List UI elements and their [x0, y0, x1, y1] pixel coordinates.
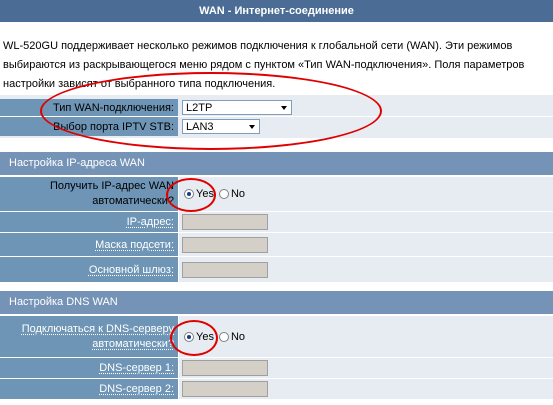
- dns-auto-no-label: No: [230, 330, 246, 343]
- page-description: WL-520GU поддерживает несколько режимов …: [3, 40, 525, 90]
- dns2-label: DNS-сервер 2:: [0, 379, 178, 399]
- gateway-field[interactable]: [182, 261, 268, 278]
- ip-auto-yes-label: Yes: [196, 188, 214, 200]
- dns-auto-row: Подключаться к DNS-серверу автоматически…: [0, 316, 553, 357]
- iptv-port-select[interactable]: LAN3: [182, 119, 260, 134]
- iptv-port-label: Выбор порта IPTV STB:: [0, 117, 178, 136]
- dns-section-header: Настройка DNS WAN: [0, 291, 553, 314]
- dns1-label: DNS-сервер 1:: [0, 358, 178, 378]
- gateway-row: Основной шлюз:: [0, 257, 553, 282]
- ip-auto-no-label: No: [230, 188, 246, 200]
- ip-auto-no-radio[interactable]: [218, 189, 229, 199]
- ip-auto-row: Получить IP-адрес WAN автоматически? Yes…: [0, 177, 553, 211]
- dns-auto-no-radio[interactable]: [218, 331, 229, 342]
- page-title: WAN - Интернет-соединение: [0, 0, 553, 22]
- ip-address-label: IP-адрес:: [0, 212, 178, 232]
- dns-auto-label: Подключаться к DNS-серверу автоматически…: [0, 316, 178, 357]
- ip-auto-yes-radio[interactable]: [184, 189, 194, 199]
- dns2-field[interactable]: [182, 381, 268, 397]
- chevron-down-icon: [281, 106, 287, 110]
- subnet-mask-field[interactable]: [182, 236, 268, 253]
- subnet-mask-row: Маска подсети:: [0, 233, 553, 256]
- ip-auto-label: Получить IP-адрес WAN автоматически?: [0, 177, 178, 211]
- ip-address-row: IP-адрес:: [0, 212, 553, 232]
- ip-section-header: Настройка IP-адреса WAN: [0, 152, 553, 175]
- dns2-row: DNS-сервер 2:: [0, 379, 553, 399]
- subnet-mask-label: Маска подсети:: [0, 233, 178, 256]
- gateway-label: Основной шлюз:: [0, 257, 178, 282]
- dns1-field[interactable]: [182, 360, 268, 376]
- wan-type-label: Тип WAN-подключения:: [0, 99, 178, 116]
- ip-address-field[interactable]: [182, 214, 268, 230]
- wan-type-row: Тип WAN-подключения: L2TP: [0, 99, 553, 116]
- iptv-port-row: Выбор порта IPTV STB: LAN3: [0, 117, 553, 136]
- dns-auto-yes-label: Yes: [196, 330, 214, 343]
- chevron-down-icon: [249, 125, 255, 129]
- dns-auto-yes-radio[interactable]: [184, 331, 194, 342]
- wan-type-select[interactable]: L2TP: [182, 100, 292, 115]
- dns1-row: DNS-сервер 1:: [0, 358, 553, 378]
